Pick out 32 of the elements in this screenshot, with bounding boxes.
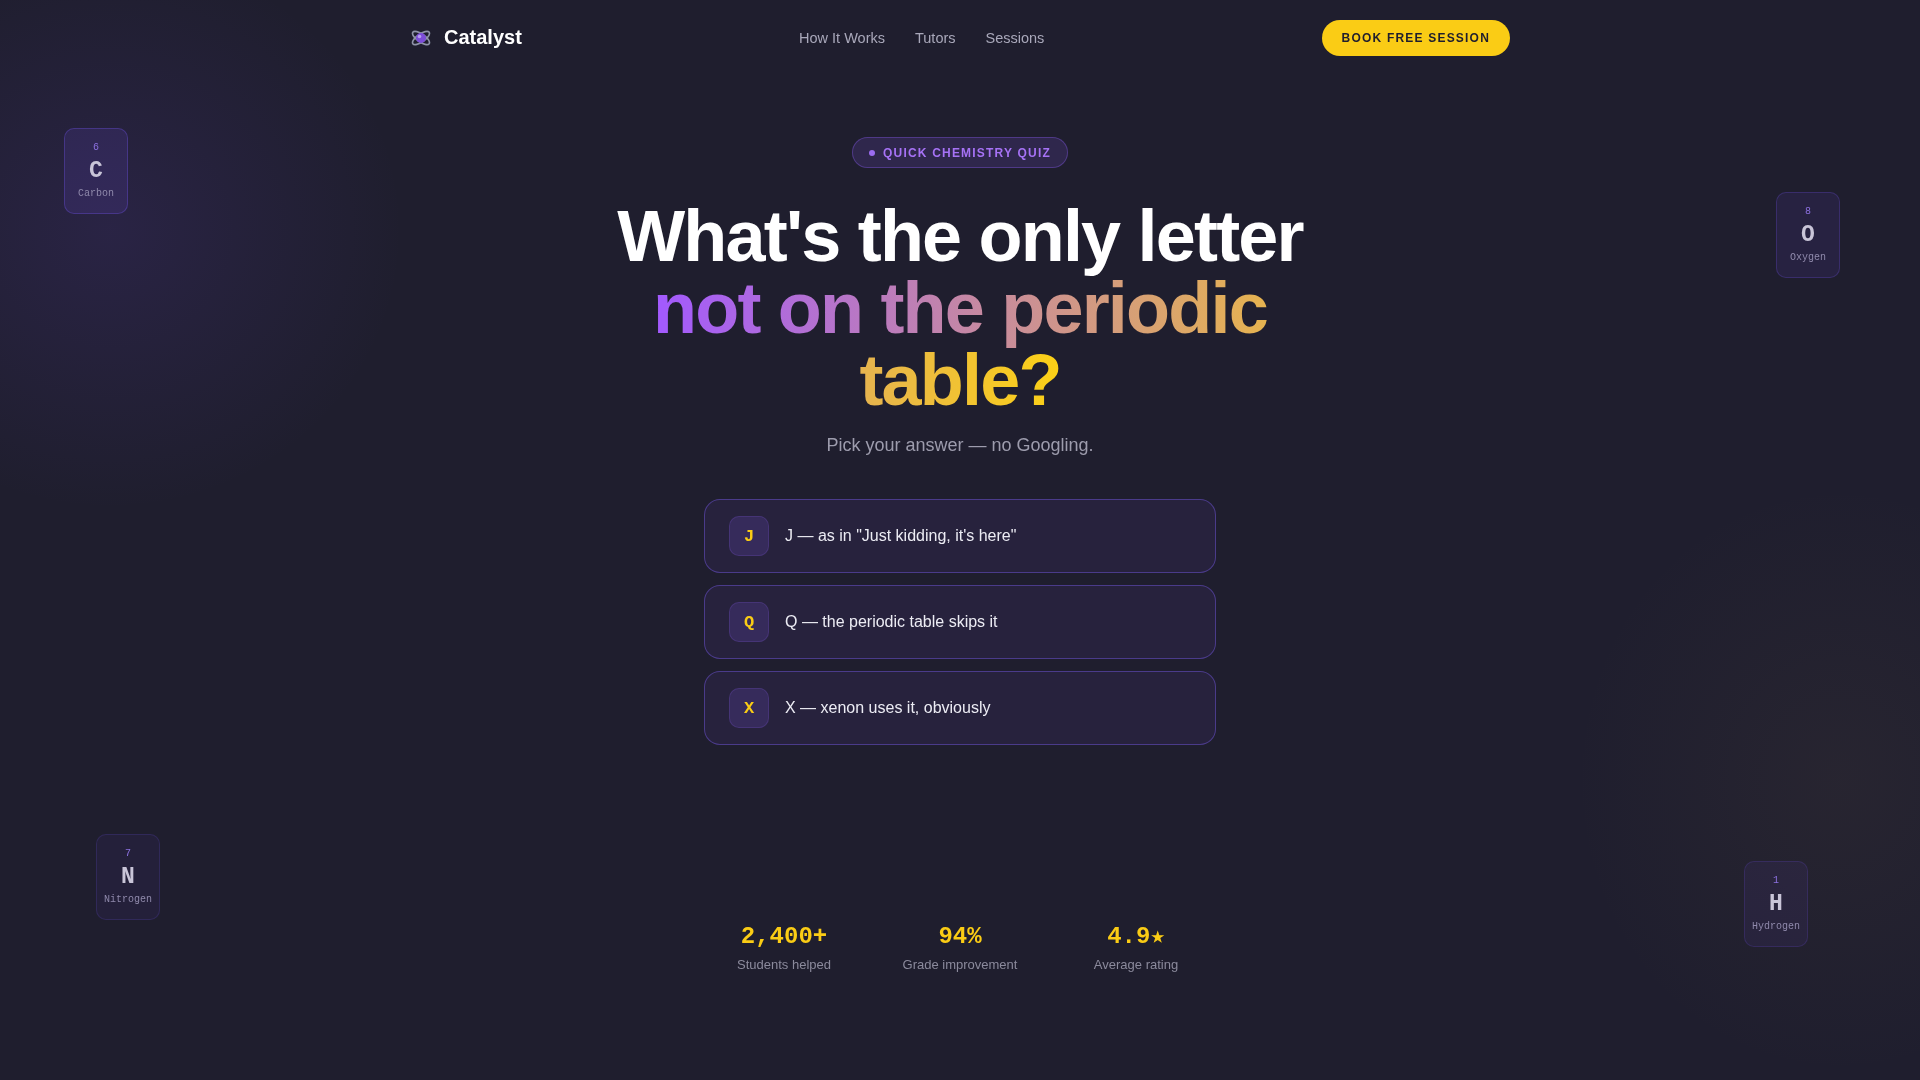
element-symbol: N bbox=[121, 864, 135, 890]
stat-label: Average rating bbox=[1093, 956, 1179, 974]
book-session-button[interactable]: BOOK FREE SESSION bbox=[1321, 19, 1510, 56]
stat-value: 94% bbox=[938, 922, 982, 951]
element-name: Nitrogen bbox=[104, 894, 152, 906]
stat-label: Grade improvement bbox=[902, 956, 1018, 974]
option-key: Q bbox=[729, 602, 769, 642]
atomic-number: 1 bbox=[1773, 875, 1779, 887]
stat-value: 2,400+ bbox=[740, 922, 828, 951]
answer-option[interactable]: J J — as in "Just kidding, it's here" bbox=[704, 499, 1216, 573]
nav-link[interactable]: Tutors bbox=[914, 29, 956, 46]
element-name: Hydrogen bbox=[1752, 921, 1800, 933]
dot-icon bbox=[869, 149, 875, 156]
badge-label: QUICK CHEMISTRY QUIZ bbox=[883, 145, 1051, 160]
quiz-subtitle: Pick your answer — no Googling. bbox=[826, 434, 1094, 457]
option-key: X bbox=[729, 688, 769, 728]
element-name: Carbon bbox=[78, 188, 114, 200]
element-symbol: O bbox=[1801, 222, 1815, 248]
stat-value: 4.9★ bbox=[1107, 922, 1165, 951]
nav-link[interactable]: Sessions bbox=[985, 29, 1045, 46]
option-key: J bbox=[729, 516, 769, 556]
atomic-number: 6 bbox=[93, 142, 99, 154]
atomic-number: 8 bbox=[1805, 206, 1811, 218]
stat-label: Students helped bbox=[737, 956, 831, 974]
nav-link[interactable]: How It Works bbox=[799, 29, 885, 46]
element-name: Oxygen bbox=[1790, 252, 1826, 264]
atomic-number: 7 bbox=[125, 848, 131, 860]
element-symbol: C bbox=[89, 158, 103, 184]
answer-option[interactable]: Q Q — the periodic table skips it bbox=[704, 585, 1216, 659]
element-symbol: H bbox=[1769, 891, 1783, 917]
brand-name: Catalyst bbox=[444, 26, 522, 49]
answer-option[interactable]: X X — xenon uses it, obviously bbox=[704, 671, 1216, 745]
